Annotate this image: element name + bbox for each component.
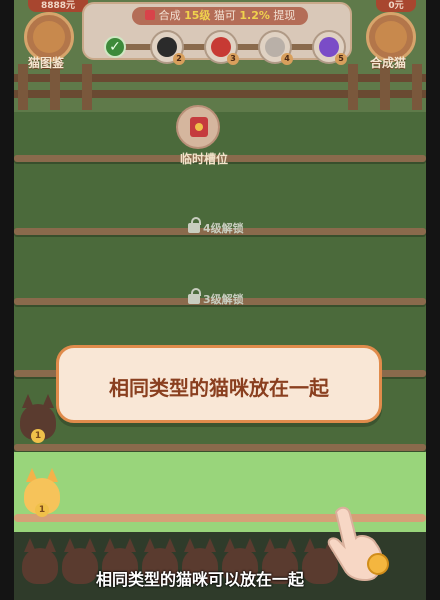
level-4-cat-avatar[interactable]: 4 xyxy=(258,30,293,65)
paw-icon xyxy=(33,21,65,53)
tutorial-hint-box: 相同类型的猫咪放在一起 xyxy=(56,345,382,423)
red-envelope-icon xyxy=(144,10,155,20)
level-badge: 3 xyxy=(227,53,239,65)
coin-counter-right: 0元 xyxy=(376,0,416,12)
banner-percent: 1.2% xyxy=(239,9,270,22)
merge-progress-panel: 合成 15级 猫可 1.2% 提现 ✓ 2 3 4 5 xyxy=(82,2,352,65)
cat[interactable]: 1 xyxy=(20,392,56,444)
coin-counter-left: 8888元 xyxy=(28,0,88,12)
banner-level: 15级 xyxy=(184,9,211,22)
lock-icon xyxy=(188,288,201,304)
tutorial-caption: 相同类型的猫咪可以放在一起 xyxy=(96,570,305,589)
level-5-cat-avatar[interactable]: 5 xyxy=(312,30,347,65)
cat-level-badge: 1 xyxy=(35,503,49,517)
pointing-hand-icon xyxy=(327,506,389,581)
temporary-slot-label: 临时槽位 xyxy=(179,152,228,166)
level-2-cat-avatar[interactable]: 2 xyxy=(150,30,185,65)
level-3-cat-avatar[interactable]: 3 xyxy=(204,30,239,65)
game-stage: 8888元 0元 猫图鉴 合成猫 合成 15级 猫可 1.2% 提现 ✓ 2 3… xyxy=(14,0,426,600)
unlock-level-4-label: 4级解锁 xyxy=(188,217,244,236)
cat[interactable]: 1 xyxy=(24,466,60,518)
cat[interactable] xyxy=(22,536,58,588)
temporary-slot-button[interactable] xyxy=(176,105,220,149)
cat-level-badge: 1 xyxy=(31,429,45,443)
banner-middle: 猫可 xyxy=(213,9,236,22)
cat-face-icon xyxy=(375,21,407,53)
level-badge: 2 xyxy=(173,53,185,65)
unlock-level-3-text: 3级解锁 xyxy=(203,293,244,306)
red-envelope-icon xyxy=(190,117,208,137)
cat[interactable] xyxy=(62,536,98,588)
unlock-level-4-text: 4级解锁 xyxy=(203,222,244,235)
wooden-fence xyxy=(14,64,426,110)
tutorial-hint-text: 相同类型的猫咪放在一起 xyxy=(109,376,329,400)
banner-suffix: 提现 xyxy=(273,9,296,22)
shelf-line xyxy=(14,444,426,451)
check-icon: ✓ xyxy=(104,36,126,58)
banner-prefix: 合成 xyxy=(158,9,181,22)
lock-icon xyxy=(188,217,201,233)
merge-cat-label: 合成猫 xyxy=(370,56,407,70)
cat-collection-label: 猫图鉴 xyxy=(28,56,65,70)
level-badge: 4 xyxy=(281,53,293,65)
unlock-level-3-label: 3级解锁 xyxy=(188,288,244,307)
merge-goal-banner: 合成 15级 猫可 1.2% 提现 xyxy=(132,7,308,25)
level-badge: 5 xyxy=(335,53,347,65)
